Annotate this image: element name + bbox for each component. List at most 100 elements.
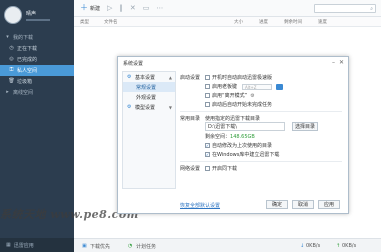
more-icon[interactable]: ⋯ (156, 4, 163, 12)
download-arrow-icon: ▾ (6, 34, 9, 40)
network-checkbox[interactable] (205, 166, 210, 171)
directory-section-label: 常用目录 (180, 116, 201, 122)
sidebar-item-label: 私人空间 (17, 68, 38, 74)
browse-directory-button[interactable]: 选择目录 (292, 122, 318, 131)
search-input[interactable]: ⌕ (314, 4, 376, 13)
column-progress[interactable]: 进度 (259, 19, 268, 25)
autostart-option[interactable]: 开机时自动启动迅雷极速版 (205, 74, 272, 81)
free-space-value: 148.65GB (230, 134, 255, 140)
sidebar-item-label: 离线空间 (13, 90, 34, 96)
apps-label: 迅雷应用 (13, 242, 34, 249)
restore-defaults-link[interactable]: 恢复全部默认设置 (180, 202, 220, 209)
settings-nav: ⚙ 基本设置 ▲ 常规设置 外观设置 ⚙ 模型设置 ▼ (122, 71, 176, 189)
nav-label: 常规设置 (136, 84, 157, 91)
open-folder-icon[interactable]: ▭ (143, 4, 150, 12)
remember-last-dir-option[interactable]: ✓ 自动修改为上次使用的目录 (205, 142, 272, 149)
boss-key-checkbox[interactable] (205, 84, 210, 89)
option-label: 启动后自动开始未完成任务 (212, 102, 273, 108)
upload-speed-icon: ↑ (336, 243, 341, 249)
nav-model-settings[interactable]: ⚙ 模型设置 ▼ (123, 102, 175, 112)
sidebar-item-label: 正在下载 (17, 46, 38, 52)
sidebar-item-trash[interactable]: 🗑 垃圾箱 (0, 76, 74, 87)
play-icon[interactable]: ▷ (107, 4, 112, 12)
download-priority[interactable]: 下载优先 (90, 243, 110, 250)
free-space-label: 剩余空间： (205, 134, 231, 140)
grid-icon: ▦ (6, 242, 11, 248)
autostart-checkbox[interactable] (205, 75, 210, 80)
status-bar: ▣ 下载优先 ◔ 计划任务 ↓ 0KB/s ↑ 0KB/s (74, 238, 381, 252)
lock-icon: ⚿ (9, 67, 14, 73)
play-circle-icon: ◷ (9, 45, 14, 51)
chevron-up-icon: ▲ (168, 74, 172, 80)
trash-icon: 🗑 (8, 78, 15, 84)
settings-body: 启动设置 开机时自动启动迅雷极速版 启用老板键 Alt+Z 启用“离开模式” ⚙… (180, 71, 342, 189)
column-type[interactable]: 类型 (80, 19, 89, 25)
nav-label: 模型设置 (135, 104, 156, 111)
apply-button[interactable]: 应用 (318, 200, 340, 209)
option-label: 在Windows库中建立迅雷下载 (212, 152, 280, 158)
column-speed[interactable]: 速度 (318, 19, 327, 25)
sidebar-item-label: 已完成的 (17, 57, 38, 63)
chevron-down-icon: ▼ (168, 104, 172, 110)
sidebar-item-label: 我的下载 (13, 35, 34, 41)
sidebar-item-downloading[interactable]: ◷ 正在下载 (0, 43, 74, 54)
divider (180, 111, 342, 112)
leave-mode-option[interactable]: 启用“离开模式” ⚙ (205, 92, 255, 99)
toolbar: ＋ 新建 ▷ ‖ ✕ ▭ ⋯ ⌕ (74, 0, 381, 17)
column-remaining[interactable]: 剩余时间 (284, 19, 302, 25)
resume-tasks-option[interactable]: 启动后自动开始未完成任务 (205, 101, 272, 108)
remember-last-dir-checkbox[interactable]: ✓ (205, 143, 210, 148)
nav-label: 外观设置 (136, 94, 157, 101)
sidebar-item-offline-space[interactable]: ▸ 离线空间 (0, 87, 74, 98)
download-speed: 0KB/s (306, 243, 321, 249)
network-option[interactable]: 开启同下载 (205, 165, 237, 172)
dialog-title: 系统设置 (123, 61, 144, 67)
divider (180, 161, 342, 162)
close-icon[interactable]: ✕ (130, 4, 136, 12)
boss-key-input[interactable]: Alt+Z (242, 83, 273, 90)
windows-library-checkbox[interactable]: ✓ (205, 152, 210, 157)
new-task-button[interactable]: ＋ 新建 (80, 4, 100, 12)
sidebar-tree: ▾ 我的下载 ◷ 正在下载 ◎ 已完成的 ⚿ 私人空间 🗑 垃圾箱 ▸ 离线空间 (0, 32, 74, 98)
column-filename[interactable]: 文件名 (104, 19, 118, 25)
option-label: 启用“离开模式” (212, 93, 248, 99)
resume-tasks-checkbox[interactable] (205, 102, 210, 107)
nav-label: 基本设置 (135, 74, 156, 81)
download-path-input[interactable]: D:\迅雷下载\ (205, 122, 285, 131)
nav-general-settings[interactable]: 常规设置 (123, 82, 175, 92)
user-panel: 晴声 (0, 0, 74, 30)
username[interactable]: 晴声 (26, 10, 50, 17)
close-icon[interactable]: ✕ (339, 59, 344, 66)
leave-mode-checkbox[interactable] (205, 93, 210, 98)
apps-button[interactable]: ▦ 迅雷应用 (0, 238, 74, 252)
sidebar-item-completed[interactable]: ◎ 已完成的 (0, 54, 74, 65)
keyboard-icon[interactable] (276, 83, 284, 90)
pause-icon[interactable]: ‖ (119, 4, 123, 12)
column-size[interactable]: 大小 (234, 19, 243, 25)
cancel-button[interactable]: 取消 (292, 200, 314, 209)
settings-icon[interactable]: ⚙ (250, 93, 254, 99)
option-label: 开启同下载 (212, 166, 238, 172)
level-bar (26, 18, 50, 21)
list-header: 类型 文件名 大小 进度 剩余时间 速度 (74, 17, 381, 27)
boss-key-option[interactable]: 启用老板键 Alt+Z (205, 83, 284, 90)
windows-library-option[interactable]: ✓ 在Windows库中建立迅雷下载 (205, 151, 279, 158)
scheduled-tasks[interactable]: 计划任务 (136, 243, 156, 250)
sidebar-item-my-downloads[interactable]: ▾ 我的下载 (0, 32, 74, 43)
ok-button[interactable]: 确定 (266, 200, 288, 209)
nav-basic-settings[interactable]: ⚙ 基本设置 ▲ (123, 72, 175, 82)
avatar[interactable] (4, 6, 22, 24)
gear-icon: ⚙ (127, 103, 132, 110)
new-task-label: 新建 (90, 5, 101, 12)
download-speed-icon: ↓ (300, 243, 305, 249)
upload-speed: 0KB/s (342, 243, 357, 249)
sidebar-item-private-space[interactable]: ⚿ 私人空间 (0, 65, 74, 76)
free-space-readout: 剩余空间：148.65GB (205, 133, 255, 140)
minimize-icon[interactable]: – (332, 59, 335, 66)
search-icon: ⌕ (370, 6, 373, 12)
option-label: 启用老板键 (212, 84, 238, 90)
network-section-label: 网络设置 (180, 166, 201, 172)
cloud-icon: ▸ (6, 89, 9, 95)
monitor-icon: ▣ (82, 243, 87, 249)
nav-appearance-settings[interactable]: 外观设置 (123, 92, 175, 102)
